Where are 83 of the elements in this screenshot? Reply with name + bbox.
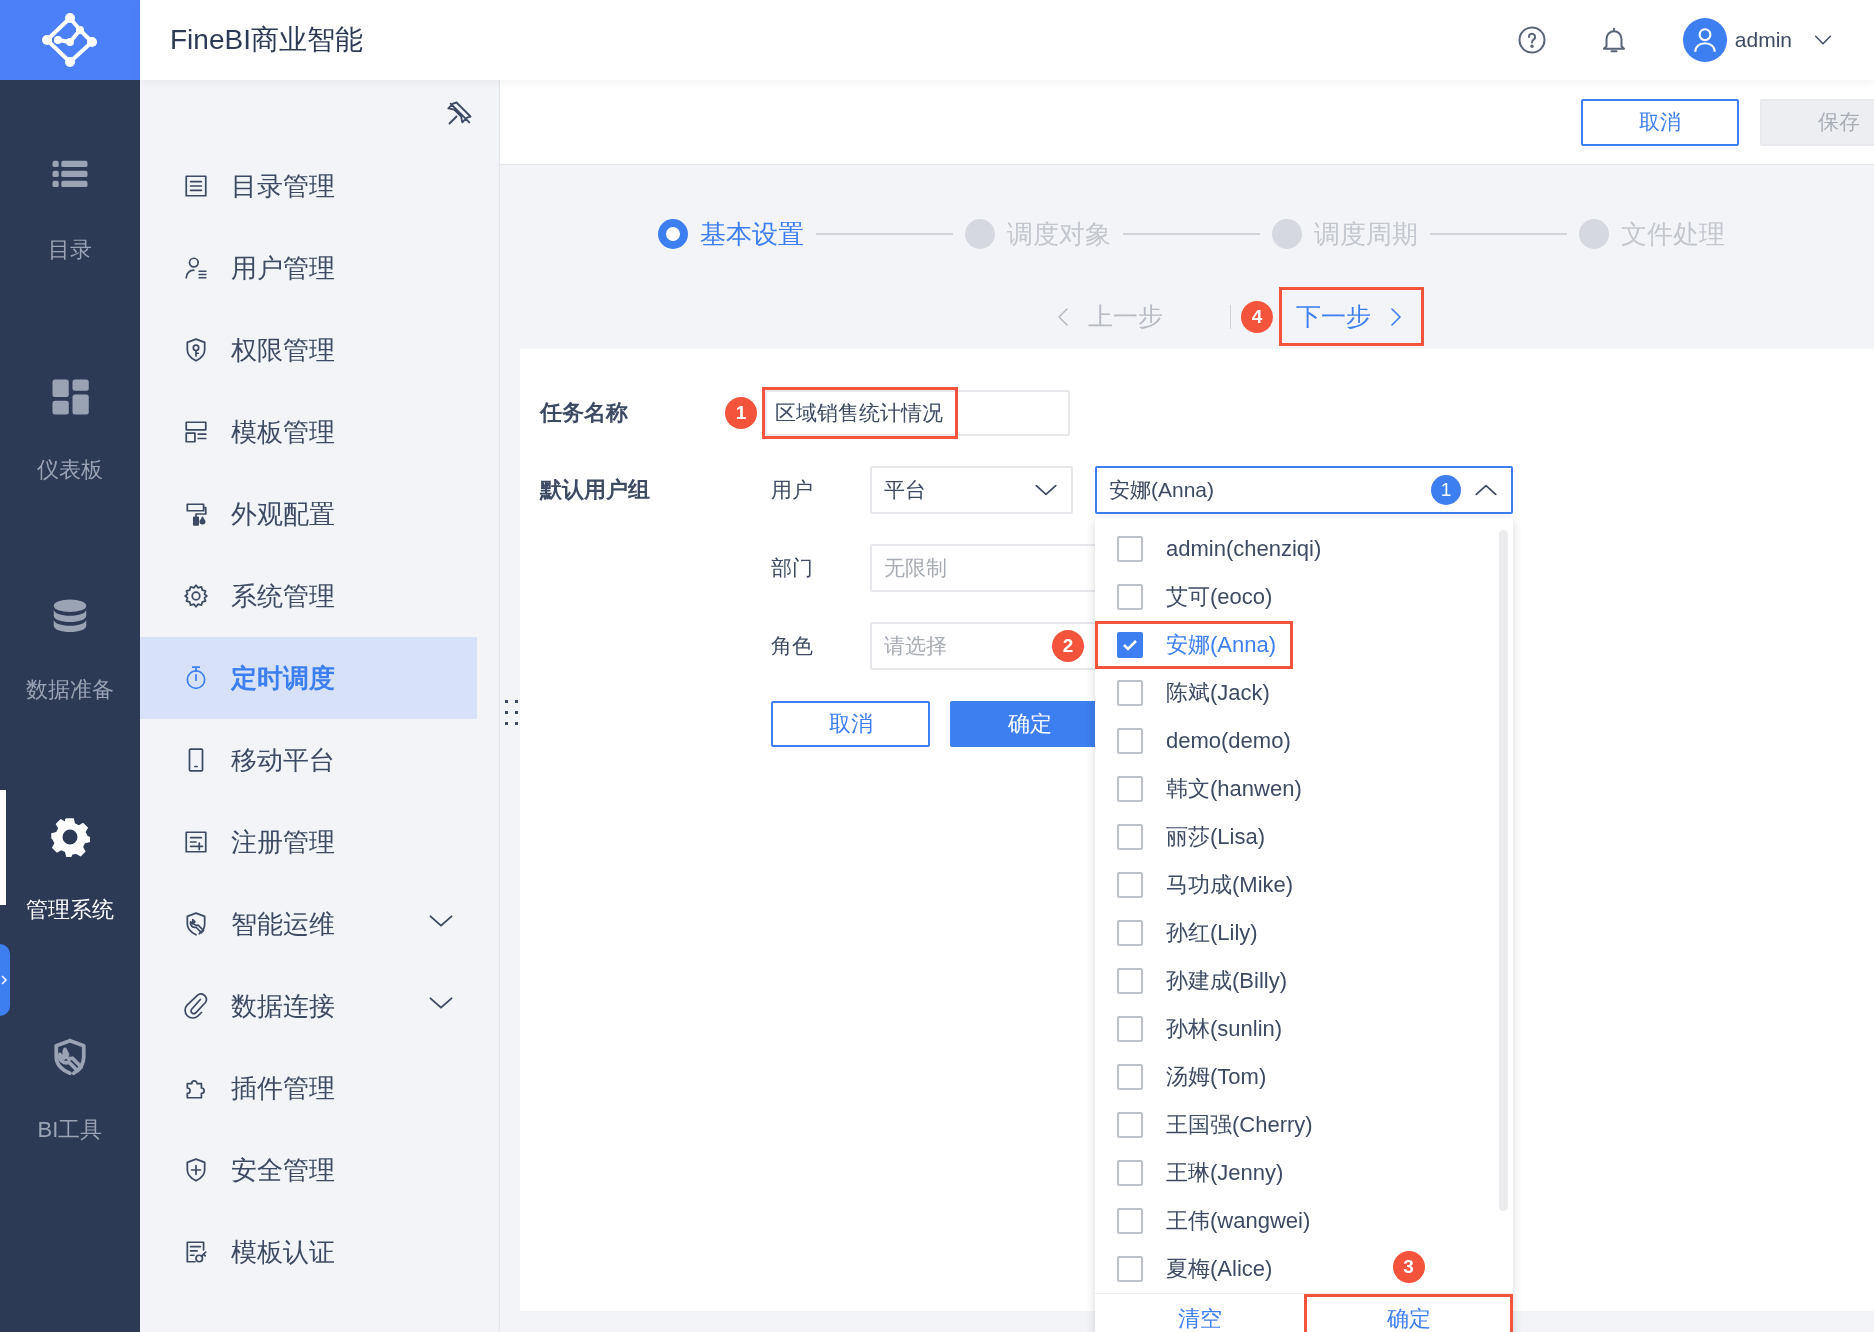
menu-item[interactable]: 移动平台 <box>140 719 477 801</box>
user-option[interactable]: 汤姆(Tom) <box>1095 1053 1284 1101</box>
rail-item[interactable]: 仪表板 <box>0 300 140 520</box>
callout-badge: 4 <box>1241 300 1273 333</box>
paperclip-icon <box>183 993 209 1019</box>
toolbar-button[interactable]: 取消 <box>1581 98 1739 146</box>
user-icon <box>183 255 209 281</box>
menu-item[interactable]: 外观配置 <box>140 473 477 555</box>
rail-item[interactable]: 管理系统 <box>0 740 140 960</box>
menu-item[interactable]: 安全管理 <box>140 1129 477 1211</box>
checkbox[interactable] <box>1117 632 1143 658</box>
count-badge: 1 <box>1431 475 1461 505</box>
next-step-button[interactable]: 下一步 <box>1279 287 1424 346</box>
shield-icon <box>183 1157 209 1183</box>
checkbox[interactable] <box>1117 872 1143 898</box>
user-option[interactable]: 孙红(Lily) <box>1095 909 1275 957</box>
menu-item[interactable]: 用户管理 <box>140 227 477 309</box>
checkbox[interactable] <box>1117 776 1143 802</box>
user-select-field[interactable]: 安娜(Anna) 1 <box>1095 466 1513 514</box>
rail-item[interactable]: 数据准备 <box>0 520 140 740</box>
field-label: 用户 <box>771 477 814 503</box>
field-label: 默认用户组 <box>540 476 651 504</box>
user-option[interactable]: 马功成(Mike) <box>1095 861 1311 909</box>
user-option[interactable]: 韩文(hanwen) <box>1095 765 1319 813</box>
checkbox[interactable] <box>1117 1064 1143 1090</box>
user-option[interactable]: 王琳(Jenny) <box>1095 1149 1301 1197</box>
user-option[interactable]: 丽莎(Lisa) <box>1095 813 1282 861</box>
help-icon <box>1516 25 1547 55</box>
menu-item[interactable]: 注册管理 <box>140 801 477 883</box>
layout-icon <box>183 419 209 445</box>
footer-button[interactable]: 清空 <box>1095 1294 1304 1332</box>
gear-icon <box>50 817 90 857</box>
checkbox[interactable] <box>1117 1208 1143 1234</box>
menu-item[interactable]: 系统管理 <box>140 555 477 637</box>
checkbox[interactable] <box>1117 1112 1143 1138</box>
drag-handle-icon[interactable] <box>505 700 519 726</box>
checkbox[interactable] <box>1117 680 1143 706</box>
user-option[interactable]: 孙建成(Billy) <box>1095 957 1304 1005</box>
document-icon <box>183 1239 209 1265</box>
field-label: 部门 <box>771 555 814 581</box>
menu-item[interactable]: 目录管理 <box>140 145 477 227</box>
field-label: 任务名称 <box>540 399 628 427</box>
checkbox[interactable] <box>1117 1256 1143 1282</box>
dashboard-icon <box>50 377 90 417</box>
form-button[interactable]: 取消 <box>771 701 930 747</box>
checkbox[interactable] <box>1117 1016 1143 1042</box>
user-option[interactable]: 王国强(Cherry) <box>1095 1101 1330 1149</box>
avatar[interactable] <box>1682 18 1727 62</box>
shield-icon <box>183 337 209 363</box>
list-icon <box>183 173 209 199</box>
checkbox[interactable] <box>1117 536 1143 562</box>
checkbox[interactable] <box>1117 968 1143 994</box>
user-option[interactable]: 王伟(wangwei) <box>1095 1197 1328 1245</box>
menu-item[interactable]: 模板认证 <box>140 1211 477 1293</box>
rail-item[interactable]: BI工具 <box>0 960 140 1180</box>
checkbox[interactable] <box>1117 584 1143 610</box>
user-menu[interactable]: admin <box>1734 28 1834 52</box>
menu-item[interactable]: 数据连接 <box>140 965 477 1047</box>
menu-item[interactable]: 模板管理 <box>140 391 477 473</box>
wrench-icon <box>183 911 209 937</box>
paint-roller-icon <box>183 501 209 527</box>
select-field[interactable]: 平台 <box>870 466 1073 514</box>
gear-icon <box>183 583 209 609</box>
checkbox[interactable] <box>1117 1160 1143 1186</box>
step: 基本设置 <box>658 216 804 252</box>
logo-icon <box>41 12 99 68</box>
chevron-right-icon <box>0 973 8 987</box>
checkbox[interactable] <box>1117 920 1143 946</box>
form-icon <box>183 829 209 855</box>
callout-badge: 1 <box>725 397 757 429</box>
callout-badge: 3 <box>1392 1251 1425 1283</box>
logo[interactable] <box>0 0 140 80</box>
menu-item[interactable]: 智能运维 <box>140 883 477 965</box>
checkbox[interactable] <box>1117 728 1143 754</box>
user-option[interactable]: 孙林(sunlin) <box>1095 1005 1300 1053</box>
rail-item[interactable]: 目录 <box>0 80 140 300</box>
field-label: 角色 <box>771 633 814 659</box>
expand-tab[interactable] <box>0 944 10 1016</box>
menu-item[interactable]: 权限管理 <box>140 309 477 391</box>
menu-item[interactable]: 插件管理 <box>140 1047 477 1129</box>
user-option[interactable]: 夏梅(Alice) <box>1095 1245 1290 1293</box>
checkbox[interactable] <box>1117 824 1143 850</box>
app-title: FineBI商业智能 <box>170 23 363 57</box>
